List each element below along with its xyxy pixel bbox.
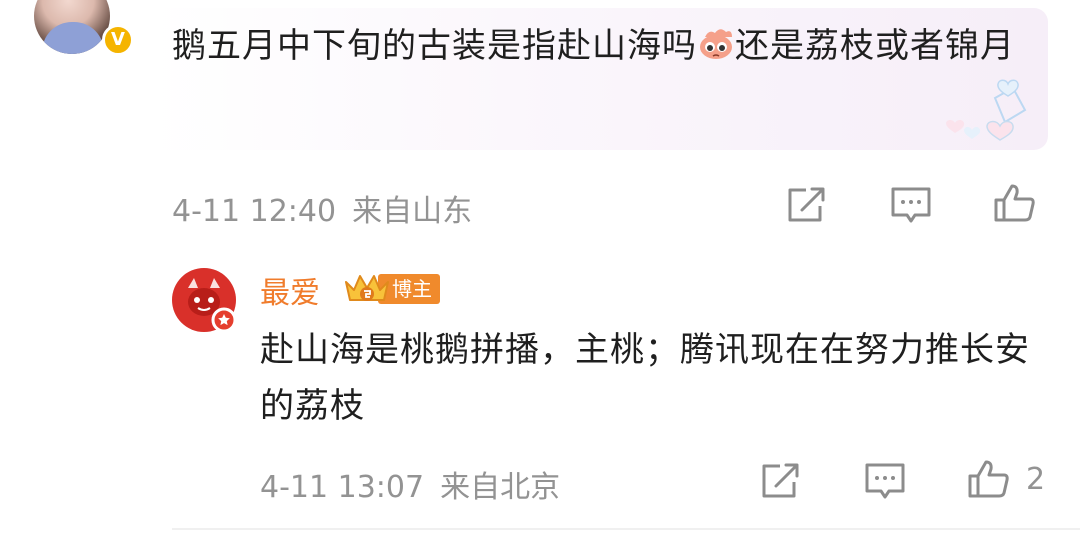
reply-like-count: 2 [1026, 462, 1046, 497]
crown-level-icon [345, 275, 389, 301]
comment-time: 4-11 12:40 [172, 194, 337, 229]
like-icon[interactable] [992, 182, 1038, 224]
reply-username[interactable]: 最爱 [260, 268, 320, 312]
divider [172, 528, 1080, 530]
comment-text-part1: 鹅五月中下旬的古装是指赴山海吗 [172, 26, 697, 66]
comment-location: 来自山东 [352, 194, 473, 229]
comment-text-part2: 还是荔枝或者锦月 [735, 26, 1015, 66]
avatar-photo [34, 0, 110, 54]
reply-text: 赴山海是桃鹅拼播，主桃；腾讯现在在努力推长安的荔枝 [260, 330, 1030, 426]
reply-like-icon[interactable] [966, 458, 1012, 500]
comment-thread: V 鹅五月中下旬的古装是指赴山海吗 还是荔枝或者锦月 4-11 12:40 来自山… [0, 0, 1080, 558]
reply-comment-icon[interactable] [862, 460, 908, 502]
reply-share-icon[interactable] [758, 460, 804, 502]
reply-time: 4-11 13:07 [260, 470, 425, 505]
comment-meta: 4-11 12:40 来自山东 [172, 186, 488, 229]
share-icon[interactable] [784, 184, 830, 226]
comment-icon[interactable] [888, 184, 934, 226]
decorative-hearts-icon [946, 79, 1027, 141]
reply-location: 来自北京 [440, 470, 561, 505]
verified-badge-icon: V [102, 24, 134, 56]
commenter-avatar[interactable]: V [34, 0, 134, 58]
reply-meta: 4-11 13:07 来自北京 [260, 462, 576, 505]
reply-avatar[interactable] [172, 268, 236, 332]
sad-face-emoji-icon [700, 29, 732, 59]
comment-text: 鹅五月中下旬的古装是指赴山海吗 还是荔枝或者锦月 [172, 18, 1032, 74]
